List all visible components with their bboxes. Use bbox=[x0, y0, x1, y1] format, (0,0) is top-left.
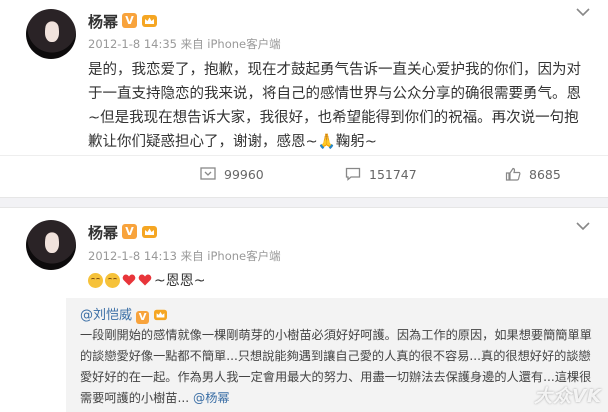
weibo-post-1: 杨幂 V 2012-1-8 14:35 来自 iPhone客户端 是的，我恋爱了… bbox=[0, 0, 608, 197]
post-meta: 2012-1-8 14:13 来自 iPhone客户端 bbox=[88, 249, 281, 263]
emoji-line: ~恩恩~ bbox=[88, 270, 205, 290]
action-bar: 99960 151747 8685 bbox=[0, 155, 608, 191]
quoted-text-body: 一段剛開始的感情就像一棵剛萌芽的小樹苗必須好好呵護。因為工作的原因，如果想要簡簡… bbox=[80, 328, 592, 405]
watermark-logo: 大众VK bbox=[534, 386, 602, 407]
chevron-down-icon[interactable] bbox=[576, 8, 590, 18]
verified-badge-icon: V bbox=[136, 311, 150, 324]
crown-badge-icon bbox=[154, 309, 168, 321]
post-divider bbox=[0, 197, 608, 208]
quoted-text: 一段剛開始的感情就像一棵剛萌芽的小樹苗必須好好呵護。因為工作的原因，如果想要簡簡… bbox=[80, 325, 600, 409]
avatar[interactable] bbox=[26, 220, 76, 270]
quoted-author[interactable]: @刘恺威 V bbox=[80, 304, 168, 324]
avatar[interactable] bbox=[26, 9, 76, 59]
heart-icon bbox=[138, 274, 152, 286]
like-count: 8685 bbox=[529, 166, 561, 182]
mention-link[interactable]: @杨幂 bbox=[193, 391, 230, 405]
chevron-down-icon[interactable] bbox=[576, 222, 590, 232]
smile-face-icon bbox=[105, 272, 120, 288]
smile-face-icon bbox=[88, 272, 103, 288]
crown-badge-icon bbox=[142, 15, 157, 27]
thumbs-up-icon bbox=[505, 167, 521, 181]
post-meta: 2012-1-8 14:35 来自 iPhone客户端 bbox=[88, 37, 281, 51]
repost-icon bbox=[200, 167, 216, 180]
comment-count: 151747 bbox=[369, 166, 417, 182]
repost-button[interactable]: 99960 bbox=[200, 156, 264, 192]
comment-button[interactable]: 151747 bbox=[345, 156, 417, 192]
quoted-author-name[interactable]: @刘恺威 bbox=[80, 308, 132, 323]
verified-badge-icon: V bbox=[122, 13, 137, 28]
comment-icon bbox=[345, 167, 361, 181]
verified-badge-icon: V bbox=[122, 224, 137, 239]
post-text: ~恩恩~ bbox=[154, 273, 206, 289]
quoted-post[interactable]: @刘恺威 V 一段剛開始的感情就像一棵剛萌芽的小樹苗必須好好呵護。因為工作的原因… bbox=[66, 298, 608, 412]
author-name[interactable]: 杨幂 bbox=[88, 222, 118, 243]
like-button[interactable]: 8685 bbox=[505, 156, 561, 192]
repost-count: 99960 bbox=[224, 166, 264, 182]
weibo-post-2: 杨幂 V 2012-1-8 14:13 来自 iPhone客户端 ~恩恩~ @刘… bbox=[0, 208, 608, 412]
heart-icon bbox=[122, 274, 136, 286]
post-text: 是的，我恋爱了，抱歉，现在才鼓起勇气告诉一直关心爱护我的你们，因为对于一直支持隐… bbox=[88, 62, 581, 150]
author-name[interactable]: 杨幂 bbox=[88, 11, 118, 32]
crown-badge-icon bbox=[142, 226, 157, 238]
